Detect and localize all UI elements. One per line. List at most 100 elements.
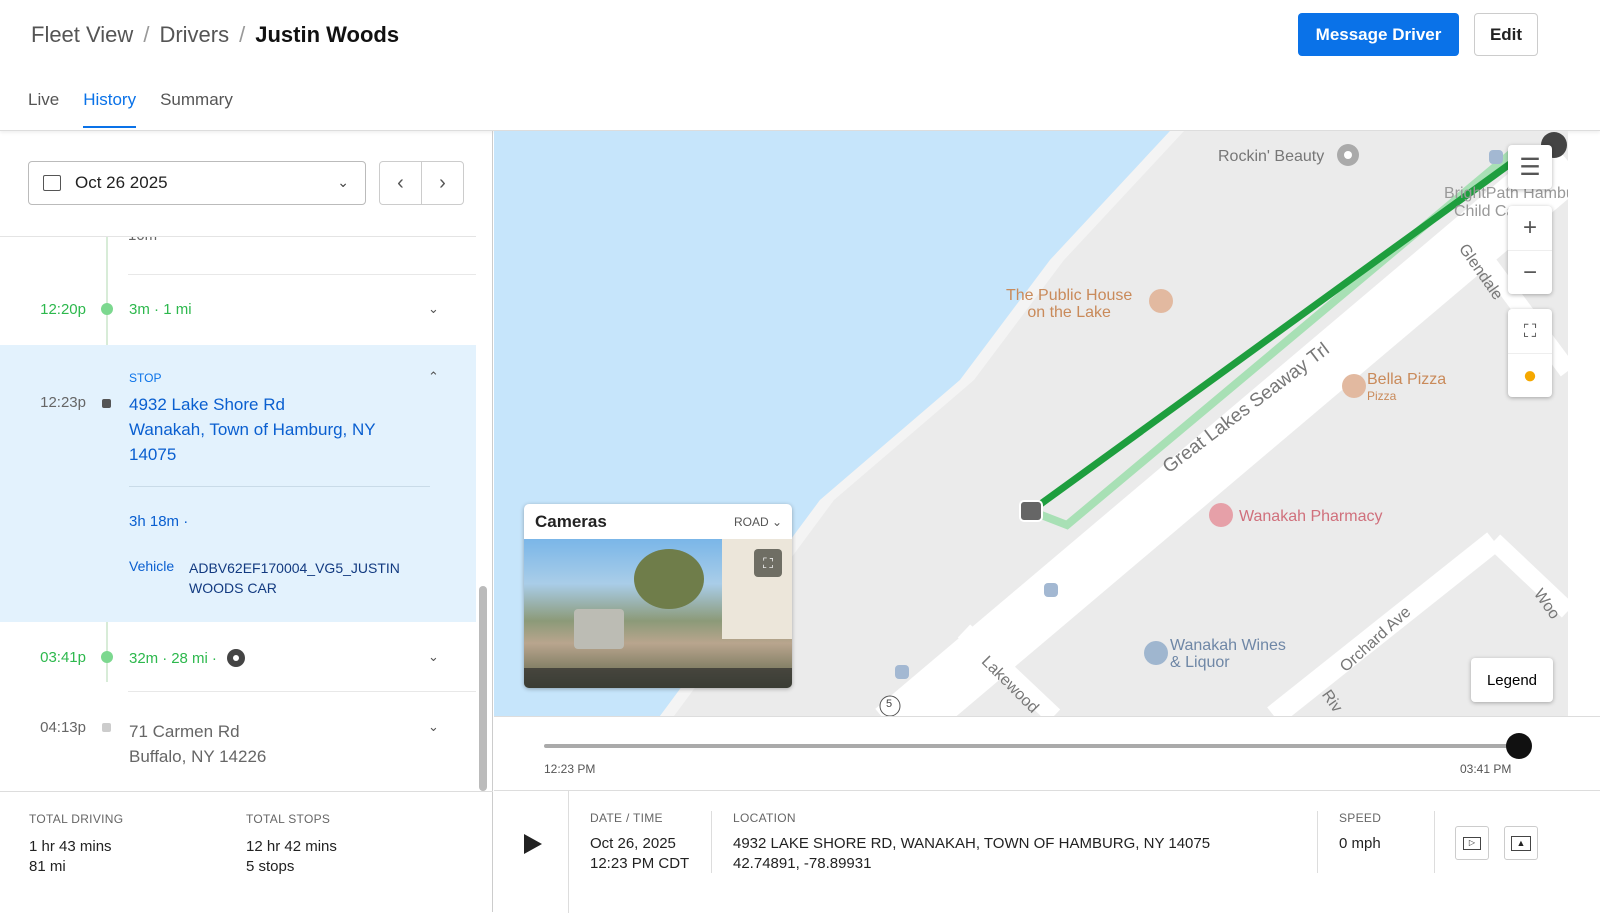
chevron-down-icon: ⌄ (337, 174, 349, 190)
poi-public-house-icon (1149, 289, 1173, 313)
speed-label: SPEED (1339, 811, 1382, 825)
chevron-down-icon[interactable]: ⌄ (428, 649, 439, 665)
breadcrumb-current: Justin Woods (255, 22, 400, 47)
cameras-title: Cameras (535, 512, 607, 531)
date-nav: ‹ › (379, 161, 464, 205)
vehicle-marker (1019, 500, 1043, 522)
street-view-pegman-icon[interactable]: ● (1508, 353, 1552, 397)
bus-stop-icon (1044, 583, 1058, 597)
timeline-scrubber: 12:23 PM 03:41 PM (494, 716, 1600, 790)
scrubber-start-time: 12:23 PM (544, 762, 596, 776)
camera-image[interactable]: ⛶ (524, 539, 792, 688)
tab-summary[interactable]: Summary (160, 90, 233, 128)
poi-wines-label[interactable]: Wanakah Wines & Liquor (1170, 637, 1286, 671)
date-time-label: DATE / TIME (590, 811, 663, 825)
edit-button[interactable]: Edit (1474, 13, 1538, 56)
tab-live[interactable]: Live (28, 90, 59, 128)
stop-item[interactable]: 12:23p STOP ⌃ 4932 Lake Shore Rd Wanakah,… (0, 345, 476, 622)
vehicle-value[interactable]: ADBV62EF170004_VG5_JUSTIN WOODS CAR (189, 558, 429, 598)
breadcrumb-fleet-view[interactable]: Fleet View (31, 22, 133, 47)
poi-bella-icon (1342, 374, 1366, 398)
stop-address[interactable]: 4932 Lake Shore Rd Wanakah, Town of Hambu… (129, 392, 376, 467)
tabs: Live History Summary (28, 90, 233, 128)
chevron-down-icon[interactable]: ⌄ (428, 301, 439, 317)
poi-rockin-label[interactable]: Rockin' Beauty (1218, 148, 1324, 166)
stop-marker (102, 723, 111, 732)
zoom-control: + − (1508, 206, 1552, 294)
location-label: LOCATION (733, 811, 796, 825)
trip-time: 12:20p (40, 301, 86, 318)
page-header: Fleet View / Drivers / Justin Woods Message … (0, 0, 1600, 131)
cameras-panel: Cameras ROAD ⌄ ⛶ (524, 504, 792, 688)
fullscreen-icon[interactable]: ⛶ (1508, 309, 1552, 353)
total-stops-time: 12 hr 42 mins (246, 838, 337, 855)
camera-view-select[interactable]: ROAD ⌄ (734, 515, 782, 529)
scrollbar[interactable] (479, 586, 487, 791)
date-picker[interactable]: Oct 26 2025 ⌄ (28, 161, 366, 205)
trip-time: 03:41p (40, 649, 86, 666)
info-date: Oct 26, 2025 (590, 835, 676, 852)
info-time: 12:23 PM CDT (590, 855, 690, 872)
legend-button[interactable]: Legend (1471, 658, 1553, 702)
calendar-icon (43, 175, 61, 191)
scrubber-handle[interactable] (1506, 733, 1532, 759)
chevron-up-icon[interactable]: ⌃ (428, 369, 439, 385)
zoom-out-button[interactable]: − (1508, 250, 1552, 294)
poi-pharmacy-label[interactable]: Wanakah Pharmacy (1239, 508, 1382, 526)
history-panel: Oct 26 2025 ⌄ ‹ › 10m 12:20p 3m · 1 mi ⌄… (0, 131, 493, 912)
trip-summary: 3m · 1 mi (129, 301, 192, 318)
poi-wines-icon (1144, 641, 1168, 665)
info-speed: 0 mph (1339, 835, 1381, 852)
bus-stop-icon (895, 665, 909, 679)
breadcrumb-drivers[interactable]: Drivers (159, 22, 229, 47)
stop-duration: 3h 18m · (129, 513, 189, 530)
poi-bella-label[interactable]: Bella Pizza Pizza (1367, 372, 1446, 404)
poi-public-house-label[interactable]: The Public House on the Lake (1006, 287, 1132, 321)
vehicle-label: Vehicle (129, 558, 175, 574)
safety-shield-icon[interactable] (226, 649, 245, 667)
total-driving-distance: 81 mi (29, 858, 66, 875)
map[interactable]: Rockin' Beauty BrightPath Hamburg Child … (494, 131, 1568, 716)
total-driving-time: 1 hr 43 mins (29, 838, 112, 855)
stop-time: 04:13p (40, 719, 86, 736)
stop-label: STOP (129, 371, 162, 385)
expand-camera-icon[interactable]: ⛶ (754, 549, 782, 577)
prev-day-button[interactable]: ‹ (380, 162, 422, 204)
scrubber-end-time: 03:41 PM (1460, 762, 1512, 776)
zoom-in-button[interactable]: + (1508, 206, 1552, 250)
breadcrumb: Fleet View / Drivers / Justin Woods (31, 22, 400, 47)
layers-icon[interactable]: ☰ (1508, 145, 1552, 189)
position-info-bar: DATE / TIME Oct 26, 2025 12:23 PM CDT LOCA… (494, 790, 1600, 913)
video-icon: ▷ (1463, 836, 1481, 850)
layers-control: ☰ (1508, 145, 1552, 189)
trip-item[interactable]: 03:41p 32m · 28 mi · ⌄ (0, 622, 476, 692)
total-driving-label: TOTAL DRIVING (29, 812, 124, 826)
timeline-list: 10m 12:20p 3m · 1 mi ⌄ 12:23p STOP ⌃ 493… (0, 236, 476, 791)
partial-duration: 10m (128, 237, 157, 244)
total-stops-label: TOTAL STOPS (246, 812, 331, 826)
next-day-button[interactable]: › (422, 162, 463, 204)
video-button[interactable]: ▷ (1455, 826, 1489, 860)
image-icon: ▲ (1511, 835, 1531, 851)
stop-time: 12:23p (40, 394, 86, 411)
total-stops-count: 5 stops (246, 858, 295, 875)
info-address: 4932 LAKE SHORE RD, WANAKAH, TOWN OF HAM… (733, 835, 1211, 852)
scrubber-track[interactable] (544, 744, 1519, 748)
stop-address: 71 Carmen Rd Buffalo, NY 14226 (129, 722, 267, 766)
play-button[interactable] (524, 834, 542, 854)
tab-history[interactable]: History (83, 90, 137, 128)
chevron-down-icon[interactable]: ⌄ (428, 719, 439, 735)
date-value: Oct 26 2025 (75, 173, 168, 192)
trip-item[interactable]: 12:20p 3m · 1 mi ⌄ (0, 275, 476, 345)
bus-stop-icon (1489, 150, 1503, 164)
stop-marker (102, 399, 111, 408)
end-stop-item[interactable]: 04:13p 71 Carmen Rd Buffalo, NY 14226 ⌄ (0, 692, 476, 791)
trip-summary: 32m · 28 mi · (129, 649, 245, 667)
image-button[interactable]: ▲ (1504, 826, 1538, 860)
side-road (1487, 534, 1568, 618)
view-control: ⛶ ● (1508, 309, 1552, 397)
info-coords: 42.74891, -78.89931 (733, 855, 872, 872)
totals: TOTAL DRIVING 1 hr 43 mins 81 mi TOTAL S… (0, 791, 493, 912)
message-driver-button[interactable]: Message Driver (1298, 13, 1459, 56)
poi-pharmacy-icon (1209, 503, 1233, 527)
